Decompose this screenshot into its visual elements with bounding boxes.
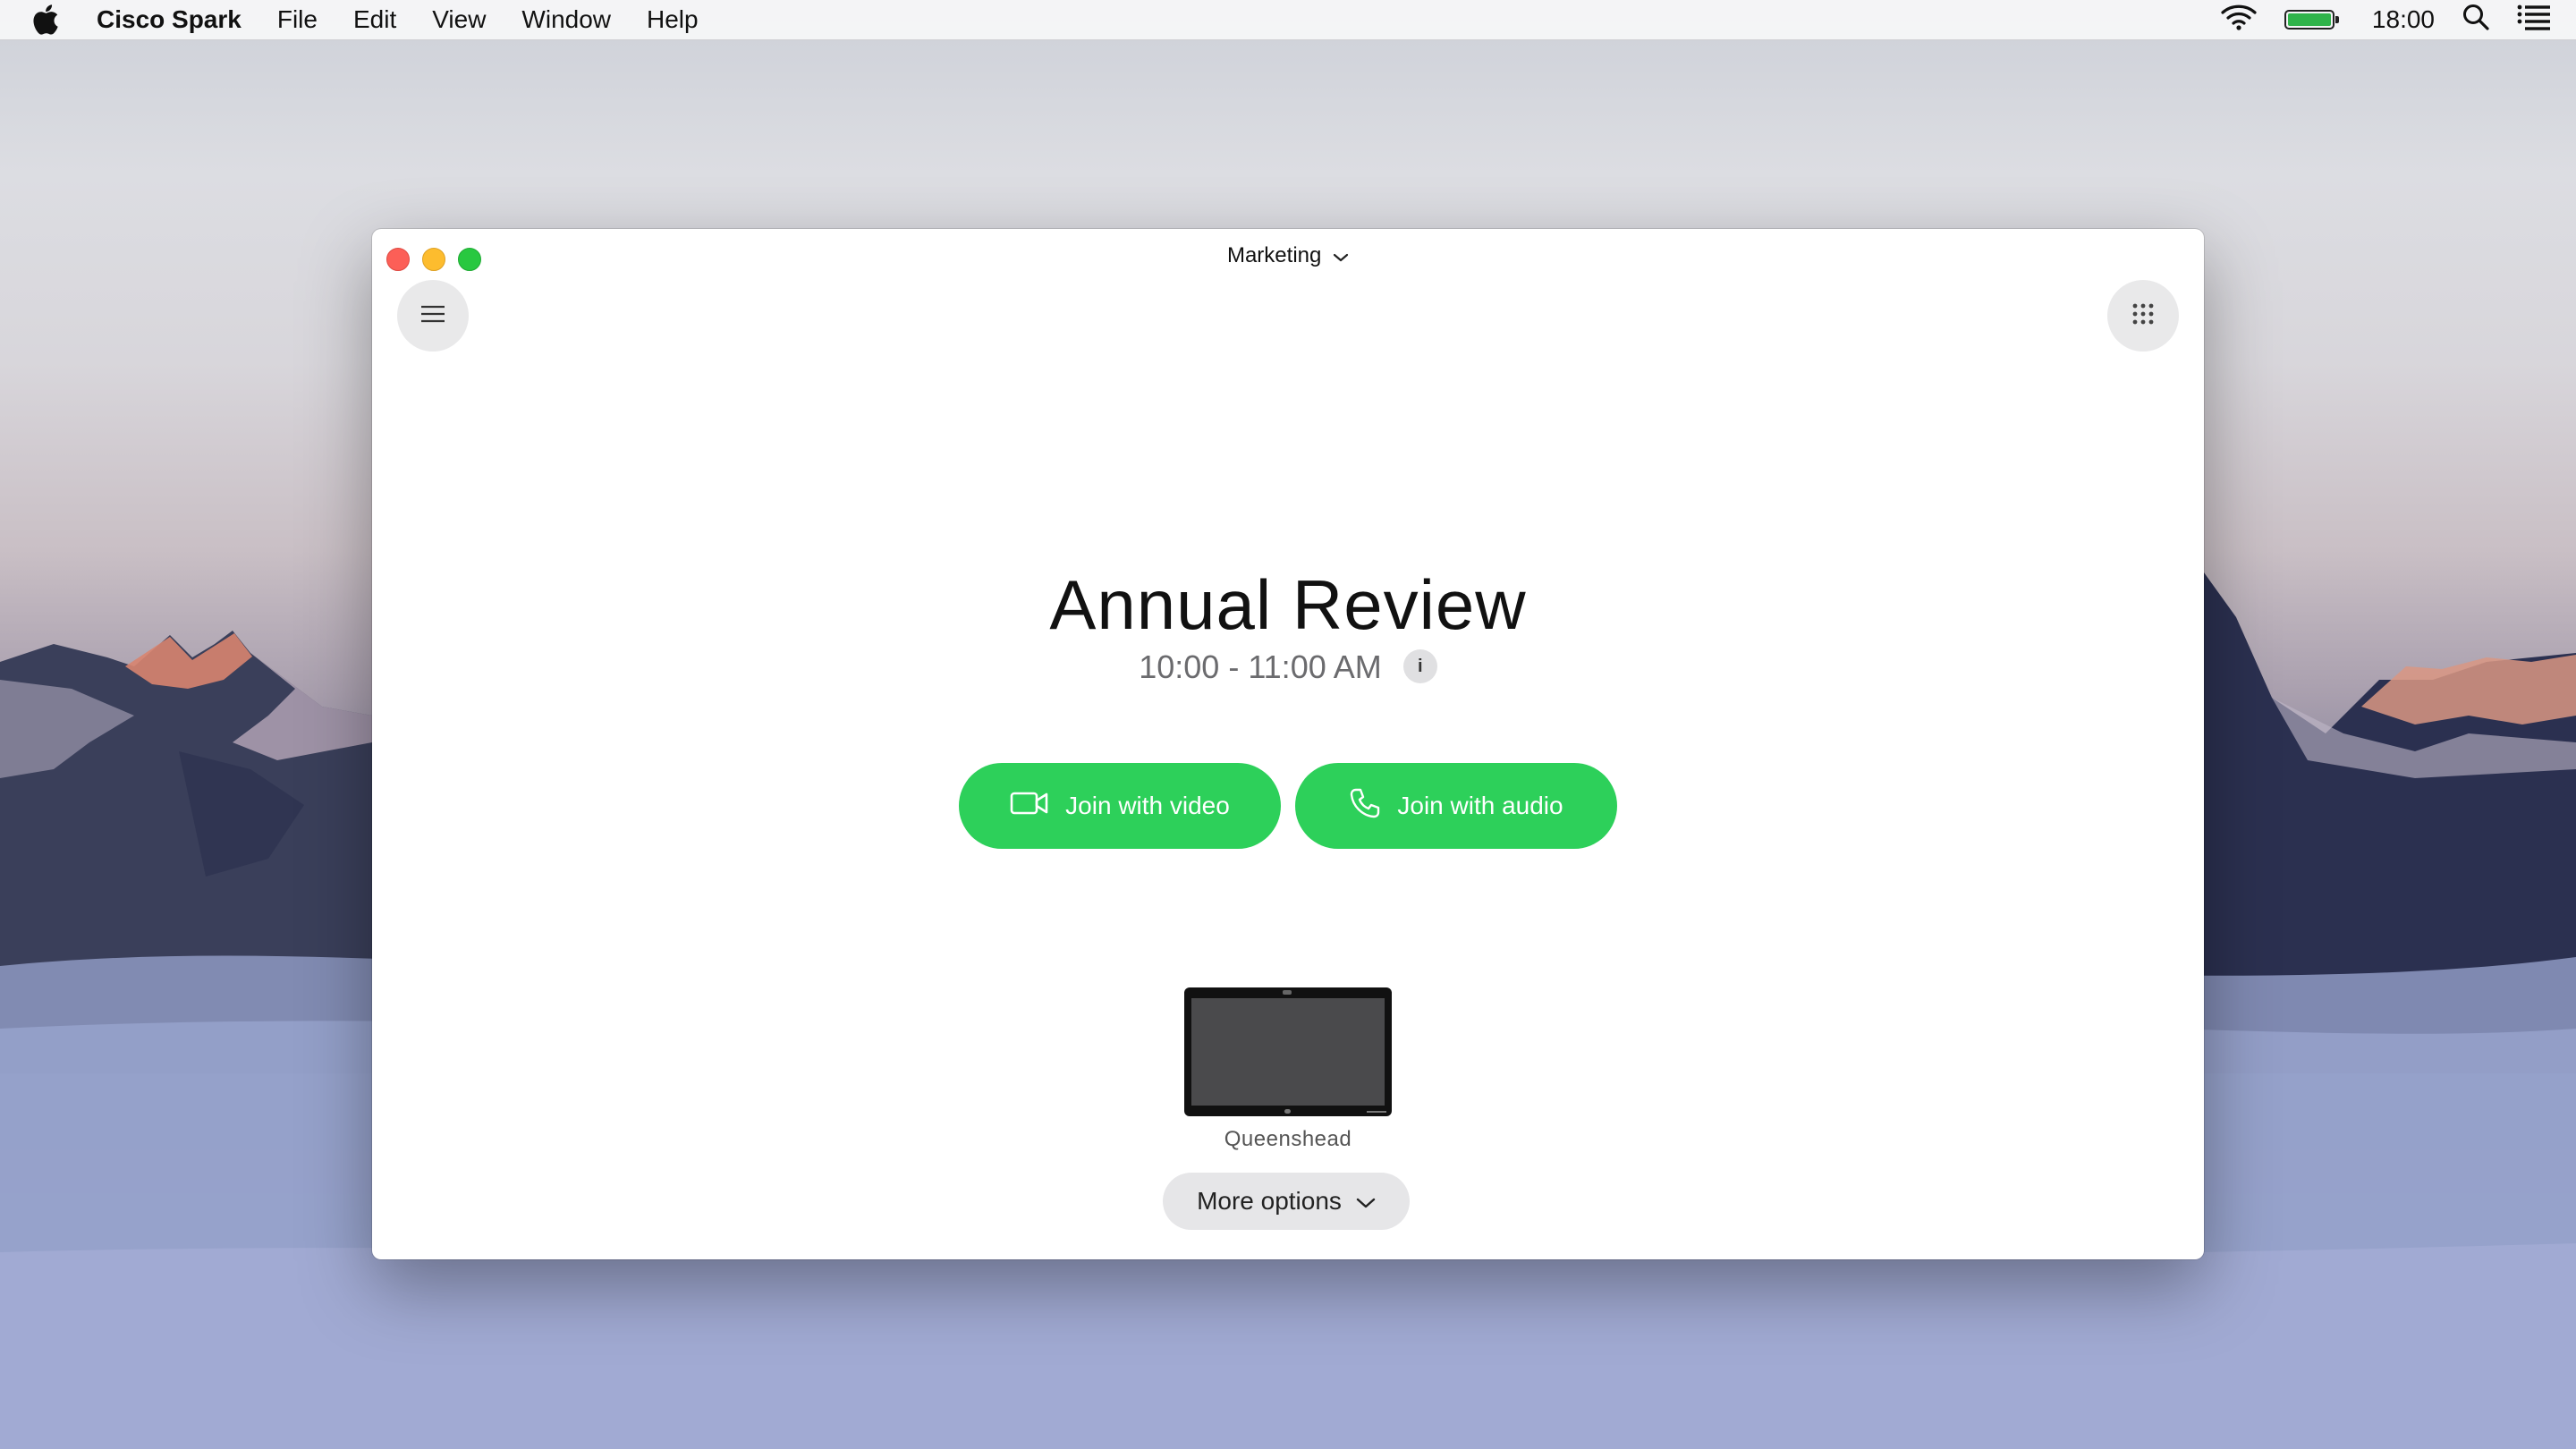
- more-options-label: More options: [1197, 1187, 1342, 1215]
- join-with-video-button[interactable]: Join with video: [959, 763, 1281, 849]
- menu-help[interactable]: Help: [647, 5, 699, 34]
- more-options-button[interactable]: More options: [1163, 1173, 1410, 1230]
- chevron-down-icon: [1356, 1187, 1376, 1216]
- hamburger-icon: [420, 304, 445, 328]
- notification-center-icon[interactable]: [2517, 4, 2551, 37]
- device-camera: [1283, 990, 1292, 995]
- device-speaker-bar: [1367, 1111, 1386, 1113]
- spark-window: Marketing Annual Review 10:00 - 11:00 AM…: [372, 229, 2204, 1259]
- chevron-down-icon: [1333, 239, 1349, 275]
- apps-button[interactable]: [2107, 280, 2179, 352]
- meeting-time-row: 10:00 - 11:00 AM i: [372, 646, 2204, 689]
- menu-view[interactable]: View: [432, 5, 486, 34]
- join-with-video-label: Join with video: [1065, 792, 1230, 819]
- battery-fill: [2287, 13, 2331, 26]
- wifi-icon[interactable]: [2220, 3, 2258, 38]
- clock[interactable]: 18:00: [2372, 5, 2435, 34]
- navigation-menu-button[interactable]: [397, 280, 469, 352]
- device-name: Queenshead: [1224, 1127, 1352, 1151]
- menu-window[interactable]: Window: [521, 5, 611, 34]
- info-icon[interactable]: i: [1402, 649, 1437, 684]
- menu-edit[interactable]: Edit: [353, 5, 396, 34]
- device-logo: [1284, 1109, 1291, 1114]
- apple-menu-icon[interactable]: [32, 2, 63, 38]
- grid-dots-icon: [2131, 302, 2155, 330]
- menu-bar: Cisco Spark File Edit View Window Help 1…: [0, 0, 2576, 40]
- join-with-audio-label: Join with audio: [1397, 792, 1563, 819]
- join-with-audio-button[interactable]: Join with audio: [1295, 763, 1617, 849]
- phone-icon: [1349, 787, 1381, 826]
- meeting-time: 10:00 - 11:00 AM: [1139, 648, 1382, 685]
- video-camera-icon: [1010, 791, 1049, 822]
- spotlight-search-icon[interactable]: [2462, 3, 2490, 38]
- video-device-icon[interactable]: [1184, 987, 1392, 1116]
- device-screen: [1191, 998, 1385, 1106]
- status-area: 18:00: [2220, 0, 2551, 39]
- space-name: Marketing: [1226, 243, 1322, 267]
- app-menu[interactable]: Cisco Spark: [97, 5, 242, 34]
- battery-icon[interactable]: [2284, 10, 2339, 30]
- meeting-title: Annual Review: [1049, 565, 1527, 644]
- space-switcher[interactable]: Marketing: [372, 238, 2204, 274]
- menu-file[interactable]: File: [277, 5, 318, 34]
